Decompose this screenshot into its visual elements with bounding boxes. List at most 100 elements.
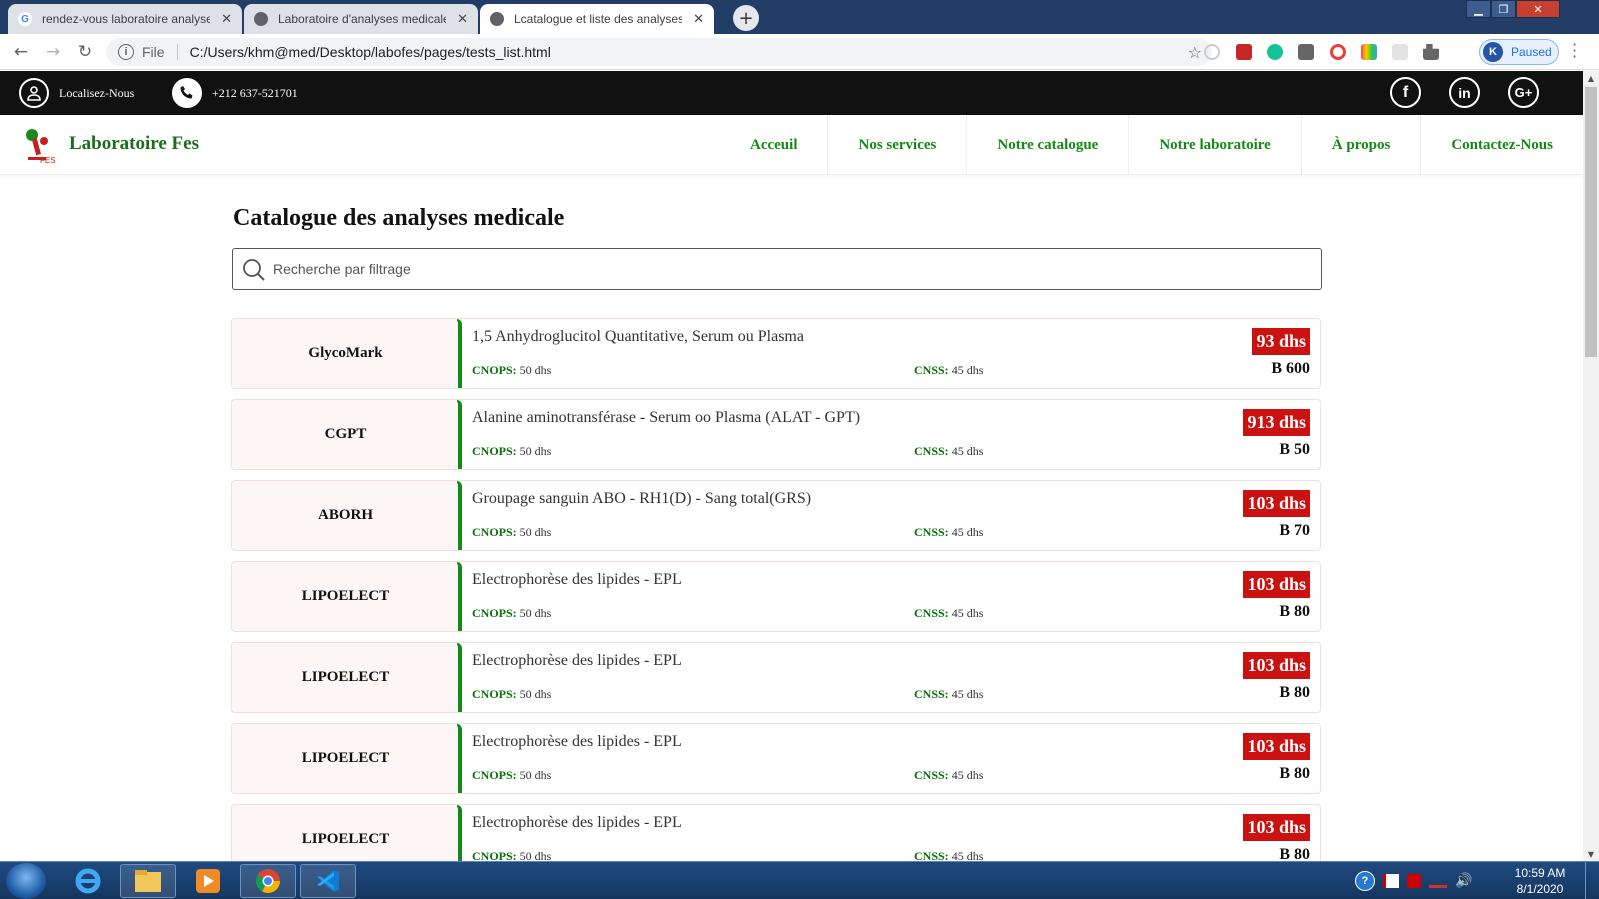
cnss-value: 45 dhs — [951, 849, 984, 861]
chrome-icon[interactable] — [240, 864, 296, 898]
close-window-icon[interactable]: ✕ — [1516, 0, 1560, 18]
nav-notre-laboratoire[interactable]: Notre laboratoire — [1128, 115, 1301, 175]
price-badge: 93 dhs — [1252, 328, 1310, 355]
scheme-label: File — [142, 44, 165, 60]
show-desktop-button[interactable] — [1585, 862, 1599, 899]
test-card[interactable]: ABORH Groupage sanguin ABO - RH1(D) - San… — [231, 480, 1321, 551]
nav-nos-services[interactable]: Nos services — [827, 115, 966, 175]
network-icon[interactable] — [1429, 874, 1447, 888]
locate-us-label: Localisez-Nous — [59, 85, 135, 100]
page-scrollbar[interactable]: ▲ ▼ — [1583, 71, 1599, 861]
scroll-up-icon[interactable]: ▲ — [1583, 71, 1599, 85]
lab-logo[interactable]: FES — [22, 125, 58, 165]
extension-icon[interactable] — [1236, 44, 1252, 60]
test-card[interactable]: LIPOELECT Electrophorèse des lipides - EP… — [231, 804, 1321, 861]
test-code: LIPOELECT — [232, 562, 459, 631]
cnops-price: CNOPS: 50 dhs — [472, 444, 551, 459]
browser-tab-1[interactable]: G rendez-vous laboratoire analyse ✕ — [8, 4, 242, 34]
volume-icon[interactable]: 🔊 — [1455, 873, 1472, 889]
back-arrow-icon[interactable]: ← — [9, 40, 33, 64]
cnss-price: CNSS: 45 dhs — [914, 525, 983, 540]
vscode-icon[interactable] — [300, 864, 356, 898]
browser-tab-bar: G rendez-vous laboratoire analyse ✕ Labo… — [0, 0, 1599, 34]
test-card[interactable]: CGPT Alanine aminotransférase - Serum oo … — [231, 399, 1321, 470]
brand-name[interactable]: Laboratoire Fes — [69, 133, 199, 155]
action-center-flag-icon[interactable] — [1383, 874, 1399, 888]
extension-icon[interactable] — [1204, 44, 1220, 60]
browser-tab-3-active[interactable]: Lcatalogue et liste des analyses M ✕ — [480, 4, 714, 34]
browser-tab-2[interactable]: Laboratoire d'analyses medicales ✕ — [244, 4, 478, 34]
facebook-icon[interactable]: f — [1390, 77, 1421, 108]
cnss-price: CNSS: 45 dhs — [914, 363, 983, 378]
test-name: Groupage sanguin ABO - RH1(D) - Sang tot… — [472, 490, 812, 507]
card-accent-bar — [457, 481, 462, 550]
cnss-label: CNSS: — [914, 525, 949, 539]
file-explorer-icon[interactable] — [120, 864, 176, 898]
scrollbar-thumb[interactable] — [1585, 87, 1597, 357]
price-badge: 103 dhs — [1243, 571, 1310, 598]
close-tab-icon[interactable]: ✕ — [457, 11, 468, 27]
test-card[interactable]: LIPOELECT Electrophorèse des lipides - EP… — [231, 561, 1321, 632]
card-accent-bar — [457, 805, 462, 861]
reload-icon[interactable]: ↻ — [73, 40, 97, 64]
test-card[interactable]: GlycoMark 1,5 Anhydroglucitol Quantitativ… — [231, 318, 1321, 389]
puzzle-extensions-icon[interactable] — [1423, 44, 1439, 60]
clock[interactable]: 10:59 AM 8/1/2020 — [1500, 865, 1580, 897]
locate-us-link[interactable]: Localisez-Nous — [19, 78, 134, 108]
scroll-down-icon[interactable]: ▼ — [1583, 847, 1599, 861]
nav-contactez-nous[interactable]: Contactez-Nous — [1420, 115, 1583, 175]
nav-a-propos[interactable]: À propos — [1300, 115, 1421, 175]
internet-explorer-icon[interactable] — [60, 864, 116, 898]
cnss-value: 45 dhs — [951, 444, 984, 458]
cnops-label: CNOPS: — [472, 444, 517, 458]
google-icon: G — [18, 12, 32, 26]
search-input[interactable] — [273, 250, 1321, 288]
maximize-icon[interactable]: ❐ — [1491, 0, 1516, 18]
phone-link[interactable]: +212 637-521701 — [172, 78, 298, 108]
linkedin-icon[interactable]: in — [1449, 77, 1480, 108]
user-location-icon — [19, 78, 49, 108]
b-coefficient: B 80 — [1279, 603, 1310, 620]
cnops-value: 50 dhs — [519, 363, 552, 377]
browser-toolbar: ← → ↻ i File C:/Users/khm@med/Desktop/la… — [0, 34, 1599, 70]
help-icon[interactable]: ? — [1355, 871, 1375, 891]
close-tab-icon[interactable]: ✕ — [221, 11, 232, 27]
card-accent-bar — [457, 562, 462, 631]
nav-notre-catalogue[interactable]: Notre catalogue — [966, 115, 1128, 175]
close-tab-icon[interactable]: ✕ — [693, 11, 704, 27]
cnops-label: CNOPS: — [472, 606, 517, 620]
url-text[interactable]: C:/Users/khm@med/Desktop/labofes/pages/t… — [190, 44, 551, 60]
test-name: Alanine aminotransférase - Serum oo Plas… — [472, 409, 861, 426]
card-accent-bar — [457, 400, 462, 469]
extension-icon[interactable] — [1330, 44, 1346, 60]
b-coefficient: B 70 — [1279, 522, 1310, 539]
test-card[interactable]: LIPOELECT Electrophorèse des lipides - EP… — [231, 723, 1321, 794]
profile-button[interactable]: K Paused — [1479, 39, 1559, 65]
power-icon[interactable] — [1407, 874, 1421, 888]
color-picker-icon[interactable] — [1361, 44, 1377, 60]
bookmark-star-icon[interactable]: ☆ — [1188, 43, 1202, 62]
google-plus-icon[interactable]: G+ — [1508, 77, 1539, 108]
start-button[interactable] — [6, 863, 46, 899]
nav-acceuil[interactable]: Acceuil — [720, 115, 827, 175]
address-bar[interactable]: i File C:/Users/khm@med/Desktop/labofes/… — [106, 38, 1212, 66]
cnss-value: 45 dhs — [951, 687, 984, 701]
b-coefficient: B 80 — [1279, 765, 1310, 782]
page-title: Catalogue des analyses medicale — [233, 205, 565, 231]
media-player-icon[interactable] — [180, 864, 236, 898]
search-box[interactable] — [232, 248, 1322, 290]
new-tab-button[interactable]: + — [733, 5, 759, 31]
cnss-price: CNSS: 45 dhs — [914, 768, 983, 783]
cnss-value: 45 dhs — [951, 606, 984, 620]
menu-dots-icon[interactable]: · · · — [1572, 37, 1577, 65]
cnops-value: 50 dhs — [519, 525, 552, 539]
info-icon[interactable]: i — [118, 44, 134, 60]
minimize-icon[interactable]: ▁ — [1466, 0, 1491, 18]
forward-arrow-icon[interactable]: → — [41, 40, 65, 64]
test-card[interactable]: LIPOELECT Electrophorèse des lipides - EP… — [231, 642, 1321, 713]
extension-icon[interactable] — [1298, 44, 1314, 60]
b-coefficient: B 600 — [1271, 360, 1310, 377]
grammarly-icon[interactable] — [1267, 44, 1283, 60]
extension-icon[interactable] — [1392, 44, 1408, 60]
price-badge: 103 dhs — [1243, 652, 1310, 679]
